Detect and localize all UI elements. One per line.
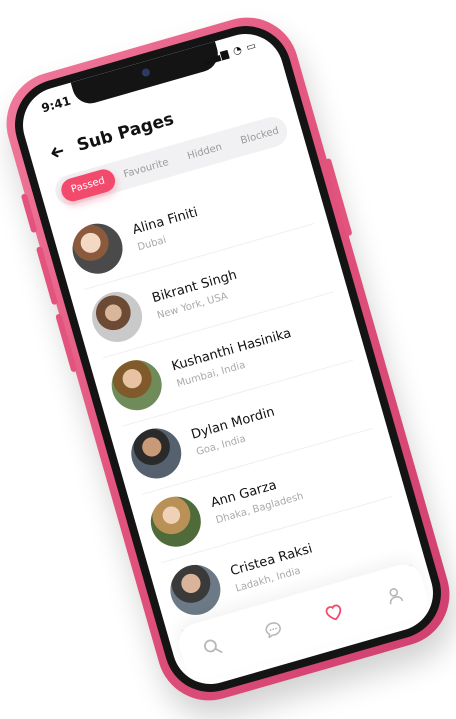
avatar xyxy=(105,354,168,417)
avatar xyxy=(125,422,188,485)
list-item-info: Kushanthi Hasinika Mumbai, India xyxy=(170,325,297,389)
profile-icon xyxy=(388,588,403,605)
phone-mockup: 9:41 ▂▄▆ ◔ ▭ Sub Pages Passed Favourite … xyxy=(0,5,456,713)
search-icon xyxy=(203,639,222,654)
scene: 9:41 ▂▄▆ ◔ ▭ Sub Pages Passed Favourite … xyxy=(0,0,456,719)
list-item-info: Ann Garza Dhaka, Bagladesh xyxy=(209,471,305,525)
avatar xyxy=(164,559,227,621)
people-list: Alina Finiti Dubai Bikrant Singh New Yor… xyxy=(63,155,412,632)
nav-search[interactable] xyxy=(199,634,226,661)
nav-chat[interactable] xyxy=(259,617,286,644)
avatar xyxy=(144,490,207,553)
list-item-info: Bikrant Singh New York, USA xyxy=(150,267,243,321)
heart-icon xyxy=(325,604,341,621)
nav-profile[interactable] xyxy=(380,582,407,609)
tab-passed[interactable]: Passed xyxy=(58,166,118,204)
tab-hidden[interactable]: Hidden xyxy=(175,133,235,170)
back-arrow-icon[interactable] xyxy=(46,141,68,163)
list-item-info: Dylan Mordin Goa, India xyxy=(189,404,280,458)
chat-icon xyxy=(264,622,281,639)
list-item-info: Cristea Raksi Ladakh, India xyxy=(229,541,319,594)
status-time: 9:41 xyxy=(39,93,73,116)
avatar xyxy=(86,286,149,348)
list-item-info: Alina Finiti Dubai xyxy=(131,205,204,253)
avatar xyxy=(66,217,129,280)
tab-blocked[interactable]: Blocked xyxy=(228,116,291,154)
nav-heart[interactable] xyxy=(320,599,347,626)
tab-favourite[interactable]: Favourite xyxy=(111,148,181,188)
camera-icon xyxy=(140,67,151,78)
